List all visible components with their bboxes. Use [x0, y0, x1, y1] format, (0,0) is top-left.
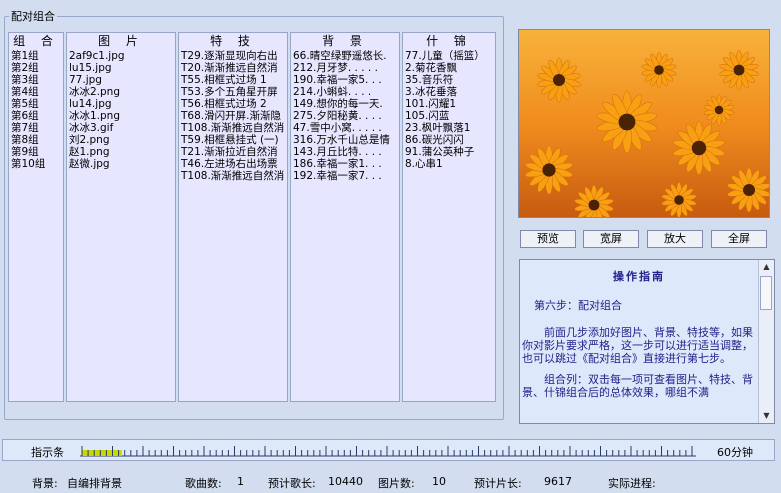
table-cell-effect[interactable]: T29.逐渐显现向右出	[179, 50, 287, 62]
songs-label: 歌曲数:	[185, 477, 222, 490]
scroll-up-icon[interactable]: ▲	[759, 260, 774, 274]
table-cell-group[interactable]: 第10组	[9, 158, 63, 170]
fullscreen-button[interactable]: 全屏	[711, 230, 767, 248]
table-cell-group[interactable]: 第4组	[9, 86, 63, 98]
table-cell-background[interactable]: 316.万水千山总是情	[291, 134, 399, 146]
est-song-value: 10440	[328, 475, 363, 488]
wide-screen-button[interactable]: 宽屏	[583, 230, 639, 248]
table-cell-group[interactable]: 第1组	[9, 50, 63, 62]
table-cell-effect[interactable]: T108.渐渐推远自然消	[179, 170, 287, 182]
table-cell-image[interactable]	[67, 170, 175, 182]
assorted-column-header: 什 锦	[426, 34, 472, 48]
table-cell-assorted[interactable]	[403, 170, 495, 182]
table-cell-assorted[interactable]: 101.闪耀1	[403, 98, 495, 110]
est-film-label: 预计片长:	[474, 477, 522, 490]
status-bar: 背景: 自编排背景 歌曲数: 1 预计歌长: 10440 图片数: 10 预计片…	[0, 470, 781, 493]
table-cell-background[interactable]: 190.幸福一家5. . .	[291, 74, 399, 86]
songs-value: 1	[237, 475, 244, 488]
image-column-header: 图 片	[98, 34, 144, 48]
table-cell-group[interactable]: 第2组	[9, 62, 63, 74]
table-cell-image[interactable]: 赵微.jpg	[67, 158, 175, 170]
est-song-label: 预计歌长:	[268, 477, 316, 490]
indicator-bar: 指示条 60分钟	[2, 439, 775, 461]
scroll-down-icon[interactable]: ▼	[759, 409, 774, 423]
table-cell-effect[interactable]: T21.渐渐拉近自然消	[179, 146, 287, 158]
guide-paragraph-1: 前面几步添加好图片、背景、特技等，如果你对影片要求严格，这一步可以进行适当调整，…	[522, 326, 753, 365]
table-cell-effect[interactable]: T56.相框式过场 2	[179, 98, 287, 110]
group-column[interactable]: 组 合 第1组 第2组 第3组 第4组 第5组 第6组 第7组 第8组 第9组 第10组	[8, 32, 64, 402]
images-label: 图片数:	[378, 477, 415, 490]
actual-progress-label: 实际进程:	[608, 477, 656, 490]
table-cell-effect[interactable]: T59.相框悬挂式 (一)	[179, 134, 287, 146]
table-cell-image[interactable]: 冰冰3.gif	[67, 122, 175, 134]
timeline-ruler[interactable]	[80, 444, 696, 458]
table-cell-effect[interactable]: T108.渐渐推远自然消	[179, 122, 287, 134]
background-column-header: 背 景	[322, 34, 368, 48]
scrollbar-thumb[interactable]	[760, 276, 772, 310]
image-column[interactable]: 图 片 2af9c1.jpg lu15.jpg 77.jpg 冰冰2.png lu14.…	[66, 32, 176, 402]
table-cell-group[interactable]: 第8组	[9, 134, 63, 146]
preview-image	[518, 29, 770, 218]
table-cell-effect[interactable]: T46.左进场右出场票	[179, 158, 287, 170]
indicator-end-label: 60分钟	[717, 446, 753, 459]
table-cell-assorted[interactable]: 77.儿童（摇篮）	[403, 50, 495, 62]
est-film-value: 9617	[544, 475, 572, 488]
table-cell-assorted[interactable]: 86.碳光闪闪	[403, 134, 495, 146]
indicator-label: 指示条	[31, 446, 64, 459]
group-column-header: 组 合	[13, 34, 59, 48]
table-cell-background[interactable]: 192.幸福一家7. . .	[291, 170, 399, 182]
effect-column-header: 特 技	[210, 34, 256, 48]
group-box-title: 配对组合	[9, 8, 57, 24]
table-cell-group[interactable]: 第5组	[9, 98, 63, 110]
preview-button[interactable]: 预览	[520, 230, 576, 248]
table-cell-group[interactable]: 第9组	[9, 146, 63, 158]
assorted-column[interactable]: 什 锦 77.儿童（摇篮） 2.菊花香飘 35.音乐符 3.冰花垂落 101.闪耀1 10…	[402, 32, 496, 402]
table-cell-background[interactable]: 214.小蝌蚪. . . .	[291, 86, 399, 98]
table-cell-image[interactable]: 刘2.png	[67, 134, 175, 146]
table-cell-background[interactable]: 275.夕阳秘黄. . . .	[291, 110, 399, 122]
background-column[interactable]: 背 景 66.晴空绿野遥悠长. 212.月牙梦. . . . . 190.幸福一家5…	[290, 32, 400, 402]
table-cell-assorted[interactable]: 2.菊花香飘	[403, 62, 495, 74]
table-cell-group[interactable]	[9, 170, 63, 182]
table-cell-image[interactable]: 77.jpg	[67, 74, 175, 86]
background-value: 自编排背景	[67, 477, 122, 490]
guide-paragraph-2: 组合列：双击每一项可查看图片、特技、背景、什锦组合后的总体效果，哪组不满	[522, 373, 753, 399]
effect-column[interactable]: 特 技 T29.逐渐显现向右出 T20.渐渐推远自然消 T55.相框式过场 1 T53…	[178, 32, 288, 402]
table-cell-effect[interactable]: T20.渐渐推远自然消	[179, 62, 287, 74]
table-cell-group[interactable]: 第7组	[9, 122, 63, 134]
table-cell-group[interactable]: 第6组	[9, 110, 63, 122]
table-cell-effect[interactable]: T55.相框式过场 1	[179, 74, 287, 86]
table-cell-assorted[interactable]: 35.音乐符	[403, 74, 495, 86]
table-cell-background[interactable]: 66.晴空绿野遥悠长.	[291, 50, 399, 62]
table-cell-image[interactable]: 冰冰2.png	[67, 86, 175, 98]
table-cell-background[interactable]: 149.想你的每一天.	[291, 98, 399, 110]
table-cell-image[interactable]: 冰冰1.png	[67, 110, 175, 122]
table-cell-background[interactable]: 212.月牙梦. . . . .	[291, 62, 399, 74]
table-cell-group[interactable]: 第3组	[9, 74, 63, 86]
table-cell-assorted[interactable]: 8.心串1	[403, 158, 495, 170]
table-cell-image[interactable]: lu14.jpg	[67, 98, 175, 110]
guide-scrollbar[interactable]: ▲ ▼	[758, 260, 774, 423]
table-cell-background[interactable]: 143.月丘比特. . . .	[291, 146, 399, 158]
table-cell-assorted[interactable]: 105.闪蓝	[403, 110, 495, 122]
table-cell-background[interactable]: 186.幸福一家1. . .	[291, 158, 399, 170]
guide-step: 第六步：配对组合	[534, 299, 622, 312]
table-cell-assorted[interactable]: 3.冰花垂落	[403, 86, 495, 98]
table-cell-background[interactable]: 47.雪中小窝. . . . .	[291, 122, 399, 134]
operation-guide-panel: 操作指南 第六步：配对组合 前面几步添加好图片、背景、特技等，如果你对影片要求严…	[519, 259, 775, 424]
table-cell-image[interactable]: 2af9c1.jpg	[67, 50, 175, 62]
table-cell-effect[interactable]: T53.多个五角星开屏	[179, 86, 287, 98]
background-label: 背景:	[32, 477, 58, 490]
table-cell-image[interactable]: 赵1.png	[67, 146, 175, 158]
table-cell-assorted[interactable]: 23.枫叶飘落1	[403, 122, 495, 134]
guide-title: 操作指南	[613, 270, 665, 283]
table-cell-effect[interactable]: T68.滑闪开屏.渐渐隐	[179, 110, 287, 122]
images-value: 10	[432, 475, 446, 488]
table-cell-assorted[interactable]: 91.蒲公英种子	[403, 146, 495, 158]
zoom-button[interactable]: 放大	[647, 230, 703, 248]
table-cell-image[interactable]: lu15.jpg	[67, 62, 175, 74]
pairing-table: 组 合 第1组 第2组 第3组 第4组 第5组 第6组 第7组 第8组 第9组 第10组 图 片 …	[8, 32, 496, 402]
